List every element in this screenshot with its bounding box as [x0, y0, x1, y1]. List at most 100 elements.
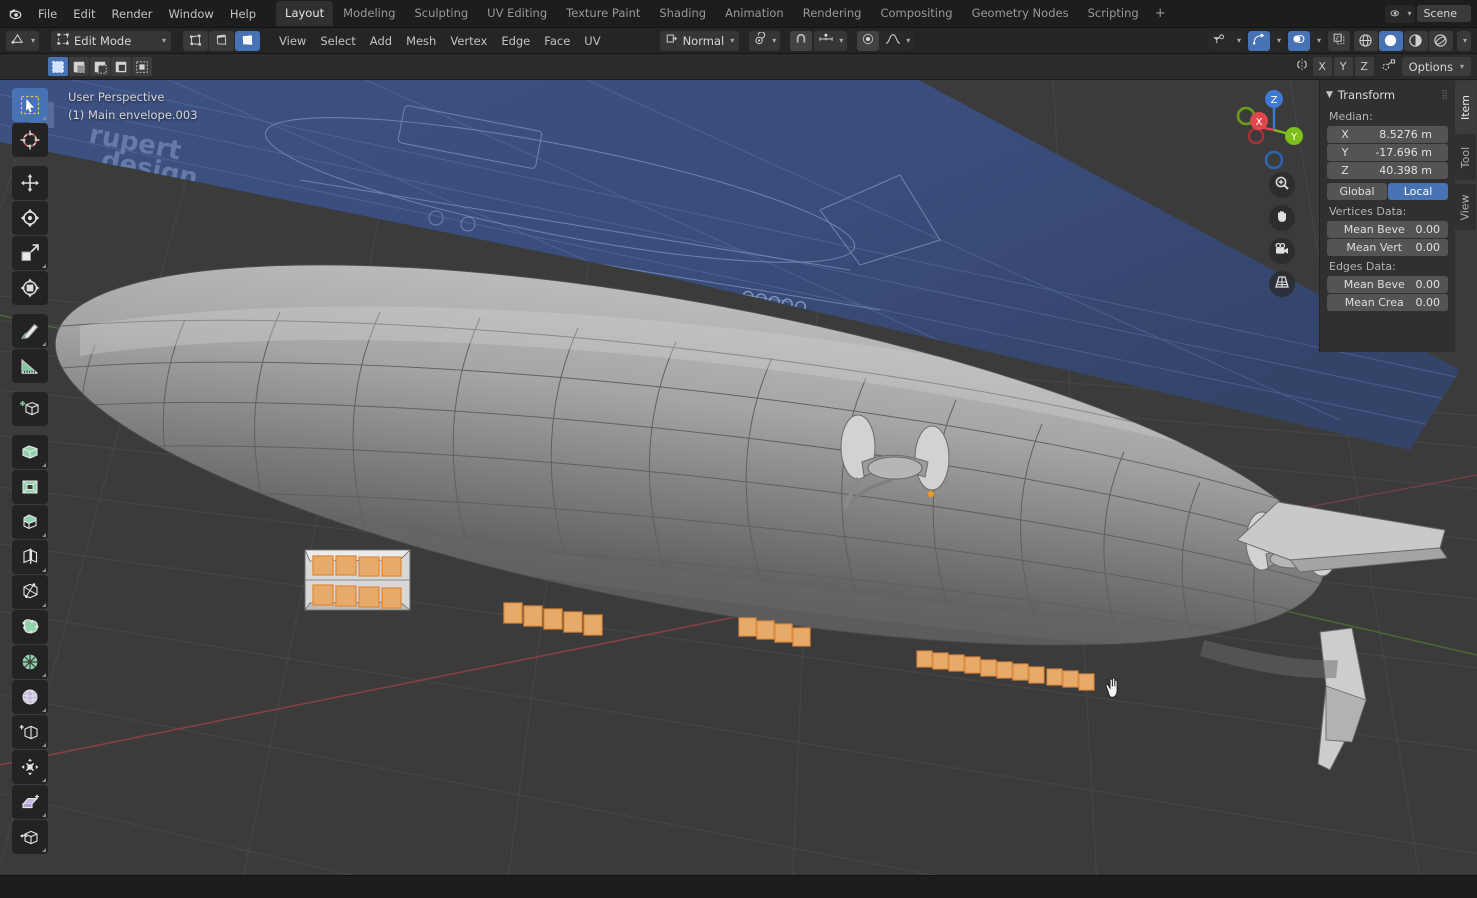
- space-toggle-local[interactable]: Local: [1388, 183, 1448, 200]
- navigation-gizmo[interactable]: Z X Y: [1226, 88, 1312, 174]
- overlays-dropdown[interactable]: ▾: [1312, 31, 1324, 51]
- median-z-field[interactable]: Z 40.398 m: [1327, 162, 1448, 179]
- space-toggle-global[interactable]: Global: [1327, 183, 1387, 200]
- tool-transform[interactable]: [12, 271, 48, 305]
- toggle-ortho-button[interactable]: [1269, 271, 1295, 297]
- edge-select-mode[interactable]: [209, 30, 235, 51]
- menu-mesh[interactable]: Mesh: [399, 31, 443, 51]
- median-x-field[interactable]: X 8.5276 m: [1327, 126, 1448, 143]
- menu-edge[interactable]: Edge: [494, 31, 537, 51]
- gizmo-dropdown[interactable]: ▾: [1272, 31, 1284, 51]
- mirror-axis-y[interactable]: Y: [1333, 57, 1353, 76]
- select-intersect[interactable]: [132, 57, 152, 76]
- menu-select[interactable]: Select: [313, 31, 362, 51]
- workspace-tab-compositing[interactable]: Compositing: [871, 1, 961, 26]
- transform-orientation-selector[interactable]: Normal ▾: [659, 30, 740, 51]
- chevron-down-icon[interactable]: ▼: [1326, 90, 1333, 100]
- pan-view-button[interactable]: [1269, 205, 1295, 231]
- tool-rotate[interactable]: [12, 201, 48, 235]
- add-workspace-button[interactable]: +: [1148, 4, 1173, 23]
- zoom-view-button[interactable]: [1269, 172, 1295, 198]
- shading-wireframe[interactable]: [1353, 30, 1378, 51]
- tool-add-cube[interactable]: [12, 392, 48, 426]
- select-subtract[interactable]: [90, 57, 110, 76]
- overlays-toggle[interactable]: [1287, 30, 1310, 51]
- tool-bevel[interactable]: [12, 505, 48, 539]
- menu-uv[interactable]: UV: [577, 31, 607, 51]
- menu-view[interactable]: View: [272, 31, 313, 51]
- edges-data-mean-beve[interactable]: Mean Beve 0.00: [1327, 276, 1448, 293]
- workspace-tab-layout[interactable]: Layout: [276, 1, 334, 26]
- menu-add[interactable]: Add: [363, 31, 399, 51]
- workspace-tab-modeling[interactable]: Modeling: [334, 1, 404, 26]
- mirror-axis-z[interactable]: Z: [1354, 57, 1374, 76]
- menu-window[interactable]: Window: [160, 4, 221, 24]
- visibility-dropdown[interactable]: ▾: [1232, 31, 1244, 51]
- vertex-select-mode[interactable]: [183, 30, 209, 51]
- workspace-tab-animation[interactable]: Animation: [716, 1, 793, 26]
- median-y-field[interactable]: Y -17.696 m: [1327, 144, 1448, 161]
- workspace-tab-rendering[interactable]: Rendering: [794, 1, 871, 26]
- select-set-new[interactable]: [48, 57, 68, 76]
- workspace-tab-shading[interactable]: Shading: [650, 1, 715, 26]
- snap-magnet-toggle[interactable]: [790, 30, 813, 51]
- select-extend[interactable]: [69, 57, 89, 76]
- tool-move[interactable]: [12, 166, 48, 200]
- edges-data-mean-crea[interactable]: Mean Crea 0.00: [1327, 294, 1448, 311]
- menu-file[interactable]: File: [30, 4, 65, 24]
- tool-tweak[interactable]: [12, 88, 48, 122]
- object-visibility-toggle[interactable]: [1208, 31, 1230, 51]
- tool-edge-slide[interactable]: [12, 715, 48, 749]
- vertices-data-mean-vert[interactable]: Mean Vert 0.00: [1327, 239, 1448, 256]
- gizmo-toggle[interactable]: [1247, 30, 1270, 51]
- tool-inset-faces[interactable]: [12, 470, 48, 504]
- tool-spin[interactable]: [12, 645, 48, 679]
- camera-view-button[interactable]: [1269, 238, 1295, 264]
- workspace-tab-sculpting[interactable]: Sculpting: [405, 1, 477, 26]
- vertices-data-mean-beve[interactable]: Mean Beve 0.00: [1327, 221, 1448, 238]
- blender-logo-icon[interactable]: [0, 0, 30, 28]
- shading-dropdown[interactable]: ▾: [1456, 30, 1471, 51]
- sidebar-tab-tool[interactable]: Tool: [1455, 134, 1476, 180]
- menu-face[interactable]: Face: [537, 31, 577, 51]
- tool-poly-build[interactable]: [12, 610, 48, 644]
- tool-annotate[interactable]: [12, 314, 48, 348]
- tool-rip-region[interactable]: [12, 820, 48, 854]
- toggle-xray-button[interactable]: [1327, 30, 1350, 51]
- menu-render[interactable]: Render: [104, 4, 161, 24]
- shading-material[interactable]: [1403, 30, 1428, 51]
- mirror-axis-x[interactable]: X: [1312, 57, 1332, 76]
- scene-selector[interactable]: ▾: [1385, 4, 1416, 23]
- tool-loop-cut[interactable]: [12, 540, 48, 574]
- scene-name-field[interactable]: Scene: [1417, 5, 1471, 22]
- editor-type-selector[interactable]: ▾: [6, 30, 40, 51]
- pivot-point-selector[interactable]: ▾: [749, 30, 781, 51]
- workspace-tab-texture-paint[interactable]: Texture Paint: [557, 1, 649, 26]
- tool-cursor[interactable]: [12, 123, 48, 157]
- menu-help[interactable]: Help: [222, 4, 264, 24]
- face-select-mode[interactable]: [235, 30, 261, 51]
- 3d-viewport[interactable]: OOOOO OOOOO OO O O OOO OO OO OOOO OOOO r…: [0, 80, 1477, 875]
- drag-grip-icon[interactable]: ⣿: [1441, 90, 1449, 100]
- sidebar-tab-item[interactable]: Item: [1455, 84, 1476, 130]
- tool-smooth[interactable]: [12, 680, 48, 714]
- menu-edit[interactable]: Edit: [65, 4, 103, 24]
- snap-target-selector[interactable]: ▾: [814, 30, 848, 51]
- proportional-falloff-selector[interactable]: ▾: [881, 31, 914, 51]
- workspace-tab-scripting[interactable]: Scripting: [1079, 1, 1148, 26]
- tool-shrink-fatten[interactable]: [12, 750, 48, 784]
- tool-measure[interactable]: [12, 349, 48, 383]
- menu-vertex[interactable]: Vertex: [443, 31, 494, 51]
- proportional-editing-toggle[interactable]: [857, 30, 880, 51]
- sidebar-tab-view[interactable]: View: [1455, 184, 1476, 230]
- transform-panel-header[interactable]: ▼ Transform ⣿: [1320, 84, 1455, 107]
- tool-extrude-region[interactable]: [12, 435, 48, 469]
- select-invert[interactable]: [111, 57, 131, 76]
- shading-rendered[interactable]: [1428, 30, 1453, 51]
- tool-scale[interactable]: [12, 236, 48, 270]
- shading-solid[interactable]: [1378, 30, 1403, 51]
- tool-knife[interactable]: [12, 575, 48, 609]
- tool-shear[interactable]: [12, 785, 48, 819]
- options-dropdown[interactable]: Options ▾: [1401, 57, 1471, 76]
- workspace-tab-uv-editing[interactable]: UV Editing: [478, 1, 556, 26]
